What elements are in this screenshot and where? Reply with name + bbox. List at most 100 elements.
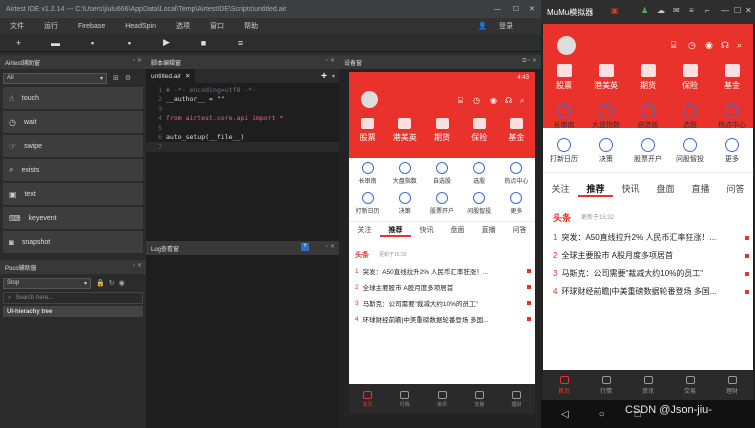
api-wait[interactable]: ◷ wait xyxy=(3,111,143,133)
nav-home[interactable]: 首页 xyxy=(349,384,386,414)
nav-quotes[interactable]: 行情 xyxy=(585,370,627,400)
grid-item[interactable]: 打新日历 xyxy=(349,192,386,215)
ui-hierarchy-tree-item[interactable]: UI-hierachy tree xyxy=(3,306,143,317)
minimize-icon[interactable]: — xyxy=(494,6,501,13)
api-keyevent[interactable]: ⌨ keyevent xyxy=(3,207,143,229)
log-controls-icon[interactable]: ▫ ✕ xyxy=(326,243,335,250)
emulator-screen[interactable]: ⌸ ◷ ◉ ☊ ⌕ 股票 港美英 期货 保险 基金 长审南 大盘指数 自选股 选… xyxy=(543,24,753,400)
grid-item[interactable]: 长审南 xyxy=(349,162,386,185)
tab-live[interactable]: 直播 xyxy=(683,182,718,197)
tab-close-icon[interactable]: ✕ xyxy=(185,72,190,80)
notification-icon[interactable]: ♟ xyxy=(641,6,648,15)
api-exists[interactable]: ⌕ exists xyxy=(3,159,143,181)
news-item[interactable]: 1 突发：A50直线拉升2% 人民币汇率狂涨！... xyxy=(349,266,535,276)
news-item[interactable]: 1 突发：A50直线拉升2% 人民币汇率狂涨！... xyxy=(543,232,753,243)
news-item[interactable]: 4 环球财经前瞻|中美重磅数据轮番登场 多国... xyxy=(349,314,535,324)
refresh-icon[interactable]: ↻ xyxy=(109,279,115,287)
message-icon[interactable]: ◉ xyxy=(490,96,497,105)
avatar[interactable] xyxy=(557,36,576,55)
device-controls-icon[interactable]: ⧉ ▫ ✕ xyxy=(522,57,537,65)
panel-controls-icon[interactable]: ▫ ✕ xyxy=(133,57,142,64)
tab-flash[interactable]: 快讯 xyxy=(411,225,442,237)
nav-trade[interactable]: 交易 xyxy=(461,384,498,414)
nav-trade[interactable]: 交易 xyxy=(669,370,711,400)
poco-panel-controls-icon[interactable]: ▫ ✕ xyxy=(133,262,142,269)
cloud-icon[interactable]: ☁ xyxy=(657,6,665,15)
close-icon[interactable]: ✕ xyxy=(529,5,535,13)
top-icon-insurance[interactable]: 保险 xyxy=(461,118,498,143)
grid-item[interactable]: 决策 xyxy=(386,192,423,215)
clock-icon[interactable]: ◷ xyxy=(473,96,480,105)
clock-icon[interactable]: ◷ xyxy=(688,40,696,51)
grid-item[interactable]: 问股智投 xyxy=(669,138,711,164)
top-icon-futures[interactable]: 期货 xyxy=(423,118,460,143)
top-icon-futures[interactable]: 期货 xyxy=(627,64,669,91)
lock-icon[interactable]: 🔒 xyxy=(96,279,105,287)
grid-item[interactable]: 热点中心 xyxy=(498,162,535,185)
menu-file[interactable]: 文件 xyxy=(10,21,24,31)
new-icon[interactable]: + xyxy=(0,38,37,48)
news-item[interactable]: 2 全球主要股市 A股月度多项居首 xyxy=(349,282,535,292)
grid-item[interactable]: 股票开户 xyxy=(423,192,460,215)
maximize-icon[interactable]: ☐ xyxy=(513,5,519,13)
menu-window[interactable]: 窗口 xyxy=(210,21,224,31)
service-icon[interactable]: ☊ xyxy=(721,40,729,51)
save-as-icon[interactable]: ▪ xyxy=(111,38,148,48)
nav-finance[interactable]: 理财 xyxy=(711,370,753,400)
login-button[interactable]: 👤 登录 xyxy=(478,21,523,31)
close-icon[interactable]: ✕ xyxy=(745,6,752,15)
news-item[interactable]: 2 全球主要股市 A股月度多项居首 xyxy=(543,250,753,261)
tab-recommend[interactable]: 推荐 xyxy=(380,225,411,237)
tab-recommend[interactable]: 推荐 xyxy=(578,182,613,197)
maximize-icon[interactable]: ☐ xyxy=(734,6,741,15)
tab-qa[interactable]: 问答 xyxy=(504,225,535,237)
nav-news[interactable]: 资讯 xyxy=(627,370,669,400)
menu-help[interactable]: 帮助 xyxy=(244,21,258,31)
poco-mode-select[interactable]: Stop ▾ xyxy=(3,277,91,289)
menu-firebase[interactable]: Firebase xyxy=(78,23,105,30)
nav-quotes[interactable]: 行情 xyxy=(386,384,423,414)
top-icon-hk-us[interactable]: 港美英 xyxy=(386,118,423,143)
tab-menu-icon[interactable]: ▾ xyxy=(332,73,335,80)
api-snapshot[interactable]: ◙ snapshot xyxy=(3,231,143,253)
scan-icon[interactable]: ⌸ xyxy=(671,40,676,51)
grid-item[interactable]: 热点中心 xyxy=(711,104,753,130)
grid-item[interactable]: 更多 xyxy=(498,192,535,215)
home-button-icon[interactable]: ○ xyxy=(599,409,605,420)
minimize-icon[interactable]: ⌐ xyxy=(705,6,710,15)
device-screen[interactable]: 4:43 ⌸ ◷ ◉ ☊ ⌕ 股票 港美英 期货 保险 基金 长审南 大盘指数 … xyxy=(349,72,535,414)
poco-search-input[interactable]: ⌕ Search here... xyxy=(3,292,143,304)
open-icon[interactable]: ▬ xyxy=(37,38,74,48)
stop-icon[interactable]: ■ xyxy=(185,38,222,48)
run-icon[interactable]: ▶ xyxy=(148,37,185,48)
settings-menu-icon[interactable]: ≡ xyxy=(689,6,694,15)
nav-news[interactable]: 资讯 xyxy=(423,384,460,414)
tab-untitled[interactable]: untitled.air ✕ xyxy=(146,69,196,83)
nav-home[interactable]: 首页 xyxy=(543,370,585,400)
top-icon-fund[interactable]: 基金 xyxy=(711,64,753,91)
avatar[interactable] xyxy=(361,91,378,108)
filter-icon[interactable]: Y xyxy=(301,243,309,251)
scan-icon[interactable]: ⌸ xyxy=(458,96,463,106)
airtest-filter-select[interactable]: All ▾ xyxy=(3,72,107,84)
search-icon[interactable]: ⌕ xyxy=(520,96,524,106)
top-icon-insurance[interactable]: 保险 xyxy=(669,64,711,91)
tab-follow[interactable]: 关注 xyxy=(349,225,380,237)
grid-item[interactable]: 打新日历 xyxy=(543,138,585,164)
log-icon[interactable]: ≡ xyxy=(222,38,259,48)
service-icon[interactable]: ☊ xyxy=(505,96,512,105)
top-icon-stock[interactable]: 股票 xyxy=(543,64,585,91)
record-icon[interactable]: ◉ xyxy=(119,279,125,287)
news-item[interactable]: 3 马斯克：公司需要"裁减大约10%的员工" xyxy=(543,268,753,279)
nav-finance[interactable]: 理财 xyxy=(498,384,535,414)
api-swipe[interactable]: ☞ swipe xyxy=(3,135,143,157)
grid-item[interactable]: 大盘指数 xyxy=(386,162,423,185)
restore-icon[interactable]: — xyxy=(721,6,729,15)
grid-item[interactable]: 选股 xyxy=(669,104,711,130)
grid-item[interactable]: 大盘指数 xyxy=(585,104,627,130)
code-area[interactable]: 1 # -*- encoding=utf8 -*- 2 __author__ = "… xyxy=(146,85,339,152)
tab-follow[interactable]: 关注 xyxy=(543,182,578,197)
grid-item[interactable]: 自选股 xyxy=(627,104,669,130)
save-icon[interactable]: ▪ xyxy=(74,38,111,48)
tab-market[interactable]: 盘面 xyxy=(648,182,683,197)
